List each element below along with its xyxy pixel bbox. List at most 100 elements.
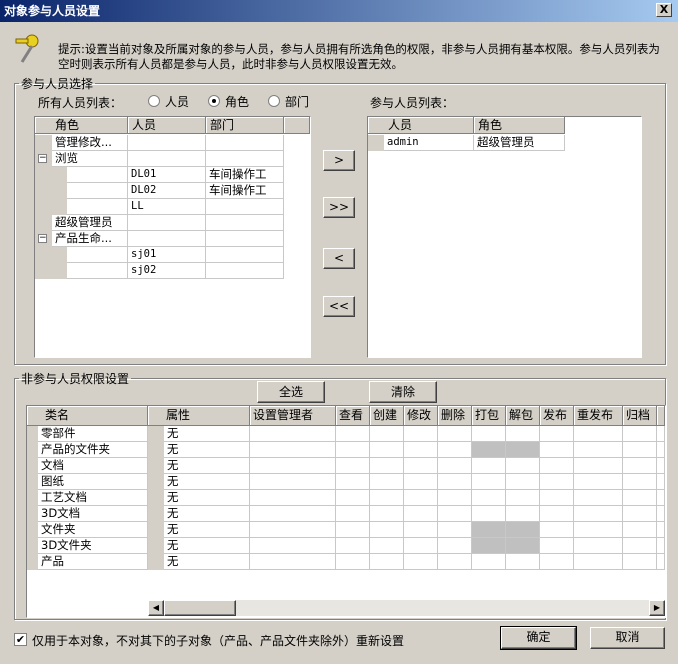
permission-cell[interactable] <box>336 442 370 458</box>
attribute-cell[interactable]: 无 <box>164 490 250 506</box>
column-header-person[interactable]: 人员 <box>128 117 206 134</box>
permission-cell[interactable] <box>623 442 657 458</box>
dept-cell[interactable] <box>206 231 284 247</box>
attribute-cell[interactable]: 无 <box>164 458 250 474</box>
column-header-role[interactable]: 角色 <box>474 117 565 134</box>
permission-cell[interactable] <box>370 490 404 506</box>
permission-cell[interactable] <box>336 522 370 538</box>
permission-cell[interactable] <box>370 474 404 490</box>
permission-cell[interactable] <box>540 458 574 474</box>
attribute-cell[interactable]: 无 <box>164 474 250 490</box>
permission-cell[interactable] <box>404 506 438 522</box>
radio-person[interactable] <box>148 95 160 107</box>
person-cell[interactable]: DL01 <box>128 167 206 183</box>
column-header[interactable]: 发布 <box>540 406 574 426</box>
permission-cell[interactable] <box>540 474 574 490</box>
column-header[interactable]: 类名 <box>27 406 148 426</box>
remove-all-button[interactable]: << <box>323 296 355 317</box>
permission-cell[interactable] <box>438 426 472 442</box>
permission-cell[interactable] <box>250 426 336 442</box>
permission-cell[interactable] <box>404 474 438 490</box>
permission-cell[interactable] <box>472 474 506 490</box>
permission-cell[interactable] <box>574 522 623 538</box>
column-header[interactable]: 创建 <box>370 406 404 426</box>
person-cell[interactable] <box>128 135 206 151</box>
dept-cell[interactable] <box>206 263 284 279</box>
column-header[interactable]: 修改 <box>404 406 438 426</box>
class-name-cell[interactable]: 产品的文件夹 <box>38 442 148 458</box>
dept-cell[interactable] <box>206 151 284 167</box>
add-all-button[interactable]: >> <box>323 197 355 218</box>
person-cell[interactable]: DL02 <box>128 183 206 199</box>
permission-cell[interactable] <box>540 522 574 538</box>
collapse-toggle-icon[interactable]: − <box>38 234 47 243</box>
participant-person[interactable]: admin <box>384 135 474 151</box>
permission-cell[interactable] <box>404 442 438 458</box>
participant-role[interactable]: 超级管理员 <box>474 135 565 151</box>
permission-cell[interactable] <box>623 426 657 442</box>
permission-cell[interactable] <box>623 474 657 490</box>
permission-cell[interactable] <box>438 458 472 474</box>
permission-cell[interactable] <box>472 506 506 522</box>
permission-cell[interactable] <box>336 490 370 506</box>
permission-cell[interactable] <box>574 474 623 490</box>
permission-cell[interactable] <box>336 474 370 490</box>
permission-cell[interactable] <box>370 522 404 538</box>
permission-cell[interactable] <box>404 538 438 554</box>
dept-cell[interactable] <box>206 215 284 231</box>
class-name-cell[interactable]: 文档 <box>38 458 148 474</box>
permission-cell[interactable] <box>404 554 438 570</box>
permission-cell[interactable] <box>370 458 404 474</box>
column-header[interactable]: 查看 <box>336 406 370 426</box>
permission-cell[interactable] <box>472 490 506 506</box>
attribute-cell[interactable]: 无 <box>164 426 250 442</box>
permission-cell[interactable] <box>623 506 657 522</box>
permission-cell[interactable] <box>540 426 574 442</box>
column-header[interactable]: 删除 <box>438 406 472 426</box>
add-button[interactable]: > <box>323 150 355 171</box>
permission-cell[interactable] <box>404 458 438 474</box>
permission-cell[interactable] <box>370 426 404 442</box>
person-cell[interactable] <box>128 231 206 247</box>
permission-cell[interactable] <box>336 554 370 570</box>
scroll-left-arrow-icon[interactable]: ◀ <box>148 600 164 616</box>
permission-cell[interactable] <box>540 538 574 554</box>
person-cell[interactable] <box>128 215 206 231</box>
permission-cell[interactable] <box>404 426 438 442</box>
permission-cell[interactable] <box>250 490 336 506</box>
permission-cell[interactable] <box>336 426 370 442</box>
horizontal-scrollbar[interactable]: ◀ ▶ <box>148 600 665 616</box>
person-cell[interactable]: sj02 <box>128 263 206 279</box>
permission-cell[interactable] <box>404 522 438 538</box>
permission-cell[interactable] <box>336 538 370 554</box>
class-name-cell[interactable]: 产品 <box>38 554 148 570</box>
permission-cell[interactable] <box>506 554 540 570</box>
permission-cell[interactable] <box>574 506 623 522</box>
permission-cell[interactable] <box>250 474 336 490</box>
class-name-cell[interactable]: 工艺文档 <box>38 490 148 506</box>
permission-cell[interactable] <box>250 554 336 570</box>
permission-cell[interactable] <box>574 442 623 458</box>
class-name-cell[interactable]: 文件夹 <box>38 522 148 538</box>
permission-cell[interactable] <box>540 506 574 522</box>
column-header-role[interactable]: 角色 <box>35 117 128 134</box>
permission-cell[interactable] <box>574 538 623 554</box>
participants-table[interactable]: 人员 角色 admin 超级管理员 <box>367 116 642 358</box>
cancel-button[interactable]: 取消 <box>590 627 665 649</box>
permission-cell[interactable] <box>370 538 404 554</box>
permission-cell[interactable] <box>336 506 370 522</box>
permission-cell[interactable] <box>472 554 506 570</box>
column-header-person[interactable]: 人员 <box>368 117 474 134</box>
permission-cell[interactable] <box>472 458 506 474</box>
dept-cell[interactable]: 车间操作工 <box>206 167 284 183</box>
attribute-cell[interactable]: 无 <box>164 538 250 554</box>
role-cell[interactable] <box>67 183 128 199</box>
dept-cell[interactable]: 车间操作工 <box>206 183 284 199</box>
permission-cell[interactable] <box>250 458 336 474</box>
class-name-cell[interactable]: 3D文档 <box>38 506 148 522</box>
permission-cell[interactable] <box>574 458 623 474</box>
permission-cell[interactable] <box>623 554 657 570</box>
person-cell[interactable]: sj01 <box>128 247 206 263</box>
permission-cell[interactable] <box>574 490 623 506</box>
dept-cell[interactable] <box>206 135 284 151</box>
